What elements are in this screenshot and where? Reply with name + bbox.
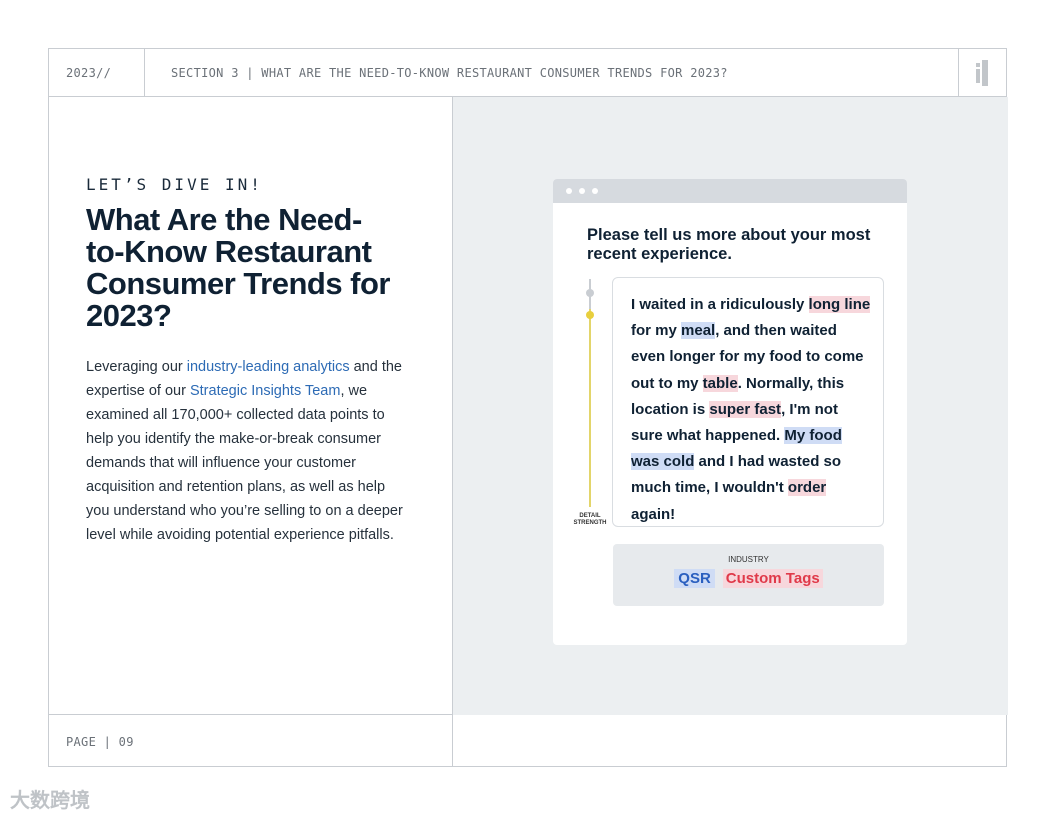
analytics-link[interactable]: industry-leading analytics — [187, 359, 350, 375]
tag-row: QSR Custom Tags — [613, 569, 884, 588]
brand-logo — [958, 49, 1006, 96]
detail-strength-track — [589, 287, 591, 507]
window-dot-icon — [579, 188, 585, 194]
eyebrow-label: LET’S DIVE IN! — [86, 175, 263, 194]
window-titlebar — [553, 179, 907, 203]
response-text: I waited in a ridiculously — [631, 296, 809, 313]
header-section-title: SECTION 3 | WHAT ARE THE NEED-TO-KNOW RE… — [171, 66, 728, 80]
page-number: PAGE | 09 — [66, 735, 134, 749]
industry-tag: QSR — [674, 569, 715, 588]
highlighted-phrase: order — [787, 479, 827, 497]
tags-box: INDUSTRY QSR Custom Tags — [613, 544, 884, 606]
highlighted-phrase: table — [702, 374, 738, 392]
page-title: What Are the Need-to-Know Restaurant Con… — [86, 202, 391, 333]
industry-label: INDUSTRY — [728, 555, 769, 564]
survey-card: Please tell us more about your most rece… — [553, 179, 907, 645]
footer-column-divider — [452, 715, 453, 767]
page-frame: 2023// SECTION 3 | WHAT ARE THE NEED-TO-… — [48, 48, 1008, 767]
survey-question: Please tell us more about your most rece… — [587, 226, 871, 263]
header-year: 2023// — [66, 66, 112, 80]
watermark: 大数跨境 — [10, 790, 90, 812]
insights-team-link[interactable]: Strategic Insights Team — [190, 383, 340, 399]
response-text: again! — [631, 505, 676, 523]
window-dot-icon — [566, 188, 572, 194]
intro-text-3: , we examined all 170,000+ collected dat… — [86, 383, 403, 543]
intro-text-1: Leveraging our — [86, 359, 187, 375]
detail-strength-level-icon — [586, 311, 594, 319]
intro-paragraph: Leveraging our industry-leading analytic… — [86, 355, 406, 547]
highlighted-phrase: meal — [681, 322, 716, 340]
highlighted-phrase: super fast — [709, 400, 782, 418]
detail-strength-label: DETAIL STRENGTH — [573, 513, 607, 526]
brand-logo-icon — [976, 60, 988, 86]
response-text: for my — [631, 322, 682, 340]
highlighted-phrase: long line — [808, 296, 871, 313]
detail-strength-knob-icon — [586, 289, 594, 297]
window-dot-icon — [592, 188, 598, 194]
custom-tag: Custom Tags — [722, 569, 823, 588]
response-textbox[interactable]: I waited in a ridiculously long line for… — [612, 277, 884, 527]
